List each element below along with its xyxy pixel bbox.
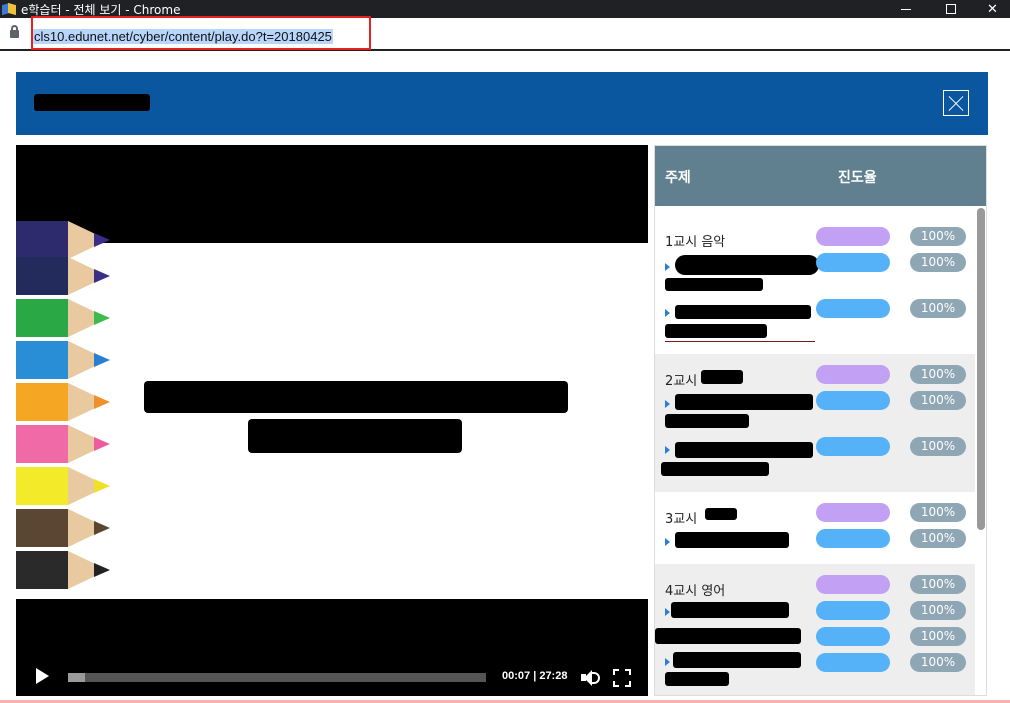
address-bar[interactable]: cls10.edunet.net/cyber/content/play.do?t… [0, 16, 1010, 51]
window-close-button[interactable]: ✕ [975, 0, 1010, 18]
redacted-item[interactable] [665, 324, 767, 338]
item-arrow-icon [665, 538, 670, 546]
redacted-slide-text [248, 419, 462, 453]
item-arrow-icon [665, 263, 670, 271]
item-progress-bar [816, 391, 890, 410]
panel-header: 주제 진도율 [655, 146, 986, 206]
item-progress-bar [816, 437, 890, 456]
lesson-title: 3교시 [665, 512, 698, 527]
panel-scrollbar[interactable] [977, 208, 985, 530]
redacted-title [34, 94, 150, 111]
player-header [16, 72, 988, 135]
minimize-icon [901, 8, 911, 10]
redacted-item[interactable] [675, 255, 819, 275]
lock-icon [10, 25, 19, 38]
video-player[interactable]: 00:07 | 27:28 [16, 145, 648, 696]
lesson-title: 4교시 영어 [665, 584, 726, 599]
redacted-item[interactable] [665, 278, 763, 291]
app-logo-icon [2, 2, 16, 16]
volume-icon[interactable] [581, 669, 601, 687]
item-underline [665, 341, 815, 342]
redacted-item[interactable] [665, 672, 729, 686]
item-arrow-icon [665, 446, 670, 454]
video-frame [16, 221, 648, 599]
item-percent: 100% [910, 653, 966, 672]
maximize-icon [946, 4, 956, 14]
progress-panel: 주제 진도율 1교시 음악 100% 100% 100% 2교시 100% 10… [654, 145, 987, 696]
lesson-percent: 100% [910, 503, 966, 522]
url-text[interactable]: cls10.edunet.net/cyber/content/play.do?t… [33, 29, 333, 44]
redacted-item[interactable] [675, 532, 789, 548]
colored-pencils-image [16, 221, 136, 599]
redacted-item[interactable] [673, 652, 801, 668]
redacted-subject [705, 508, 737, 520]
item-progress-bar [816, 299, 890, 318]
item-progress-bar [816, 601, 890, 620]
play-icon[interactable] [36, 668, 49, 684]
lesson-title: 2교시 [665, 374, 698, 389]
seek-bar[interactable] [68, 673, 486, 682]
redacted-item[interactable] [675, 394, 813, 410]
seek-bar-fill [68, 673, 85, 682]
maximize-button[interactable] [929, 0, 973, 18]
item-percent: 100% [910, 391, 966, 410]
redacted-slide-text [144, 381, 568, 413]
item-arrow-icon [665, 608, 670, 616]
item-percent: 100% [910, 529, 966, 548]
redacted-item[interactable] [671, 602, 789, 618]
item-arrow-icon [665, 658, 670, 666]
item-arrow-icon [665, 400, 670, 408]
lesson-percent: 100% [910, 575, 966, 594]
lesson-title: 1교시 음악 [665, 235, 726, 250]
lesson-3: 3교시 100% 100% [655, 492, 975, 564]
fullscreen-icon[interactable] [613, 669, 631, 687]
lesson-4: 4교시 영어 100% 100% 100% 100% [655, 564, 975, 695]
header-progress: 진도율 [838, 170, 877, 186]
item-arrow-icon [665, 309, 670, 317]
item-percent: 100% [910, 253, 966, 272]
lesson-2: 2교시 100% 100% 100% [655, 354, 975, 492]
redacted-item[interactable] [675, 305, 811, 319]
redacted-item[interactable] [655, 628, 801, 644]
item-progress-bar [816, 627, 890, 646]
item-percent: 100% [910, 437, 966, 456]
redacted-subject [701, 370, 743, 384]
close-icon: ✕ [987, 1, 998, 17]
minimize-button[interactable] [884, 0, 928, 18]
lesson-progress-bar [816, 365, 890, 384]
video-controls: 00:07 | 27:28 [16, 658, 648, 696]
lesson-1: 1교시 음악 100% 100% 100% [655, 206, 975, 354]
header-topic: 주제 [665, 170, 691, 186]
item-percent: 100% [910, 601, 966, 620]
item-percent: 100% [910, 627, 966, 646]
player-close-button[interactable] [943, 90, 969, 116]
lesson-percent: 100% [910, 227, 966, 246]
item-progress-bar [816, 653, 890, 672]
redacted-item[interactable] [675, 442, 813, 458]
redacted-item[interactable] [665, 414, 749, 428]
item-progress-bar [816, 253, 890, 272]
redacted-item[interactable] [661, 462, 769, 476]
item-percent: 100% [910, 299, 966, 318]
lesson-progress-bar [816, 503, 890, 522]
lesson-progress-bar [816, 575, 890, 594]
lesson-progress-bar [816, 227, 890, 246]
time-display: 00:07 | 27:28 [502, 670, 568, 682]
item-progress-bar [816, 529, 890, 548]
lesson-percent: 100% [910, 365, 966, 384]
window-title: e학습터 - 전체 보기 - Chrome [21, 2, 181, 17]
